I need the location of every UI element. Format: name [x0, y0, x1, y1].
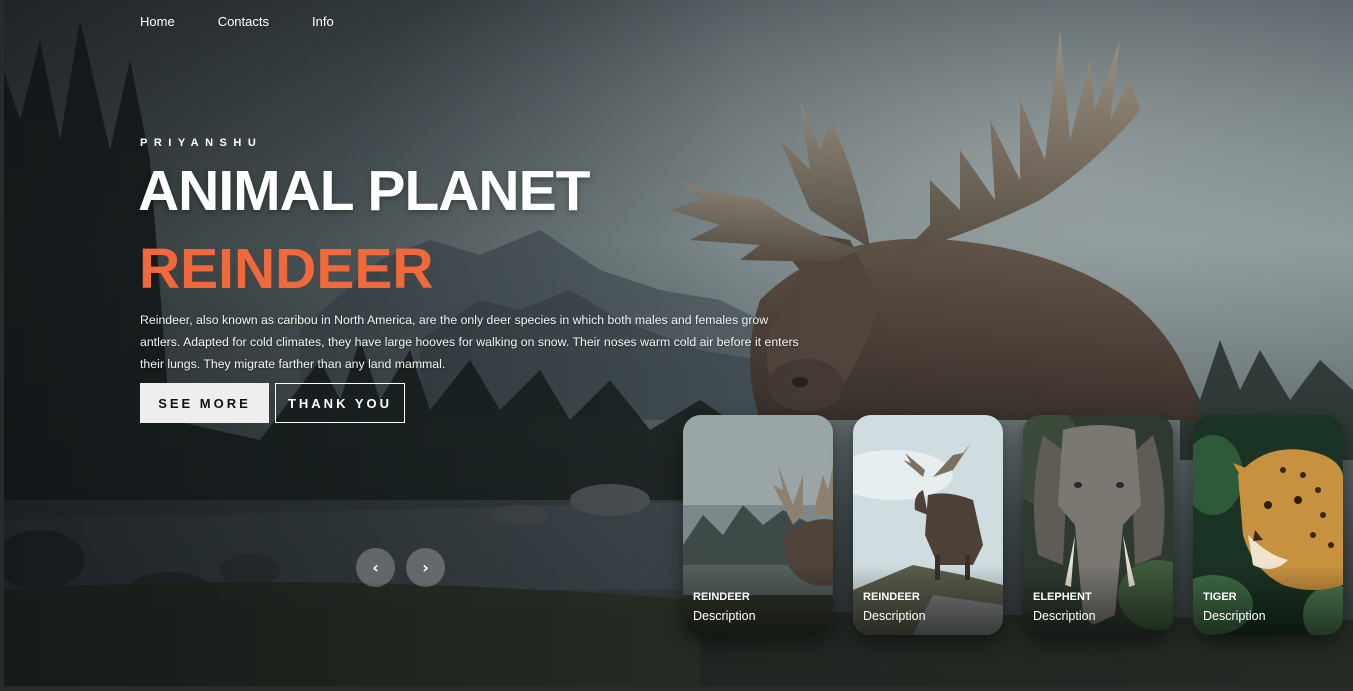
thank-you-button[interactable]: THANK YOU [275, 383, 405, 423]
card-title: REINDEER [863, 591, 920, 603]
nav-info-link[interactable]: Info [312, 14, 334, 29]
window-frame-left [0, 0, 4, 691]
card-description: Description [693, 609, 756, 623]
nav-home-link[interactable]: Home [140, 14, 175, 29]
thumbnail-card-moose[interactable]: REINDEER Description [853, 415, 1003, 635]
card-title: TIGER [1203, 591, 1237, 603]
topic-description: Reindeer, also known as caribou in North… [140, 313, 799, 371]
author-eyebrow: PRIYANSHU [140, 137, 263, 149]
previous-slide-button[interactable]: ‹ [356, 548, 395, 587]
card-description: Description [863, 609, 926, 623]
window-frame-bottom [0, 686, 1353, 691]
card-description: Description [1203, 609, 1266, 623]
thumbnail-card-tiger[interactable]: TIGER Description [1193, 415, 1343, 635]
chevron-left-icon: ‹ [372, 558, 379, 577]
top-navigation: Home Contacts Info [140, 14, 334, 29]
thumbnail-card-reindeer[interactable]: REINDEER Description [683, 415, 833, 635]
page-title: ANIMAL PLANET [138, 159, 590, 223]
card-title: ELEPHENT [1033, 591, 1092, 603]
card-title: REINDEER [693, 591, 750, 603]
thumbnail-card-elephant[interactable]: ELEPHENT Description [1023, 415, 1173, 635]
card-description: Description [1033, 609, 1096, 623]
next-slide-button[interactable]: › [406, 548, 445, 587]
topic-heading: REINDEER [139, 237, 434, 301]
chevron-right-icon: › [422, 558, 429, 577]
nav-contacts-link[interactable]: Contacts [218, 14, 269, 29]
see-more-button[interactable]: SEE MORE [140, 383, 269, 423]
